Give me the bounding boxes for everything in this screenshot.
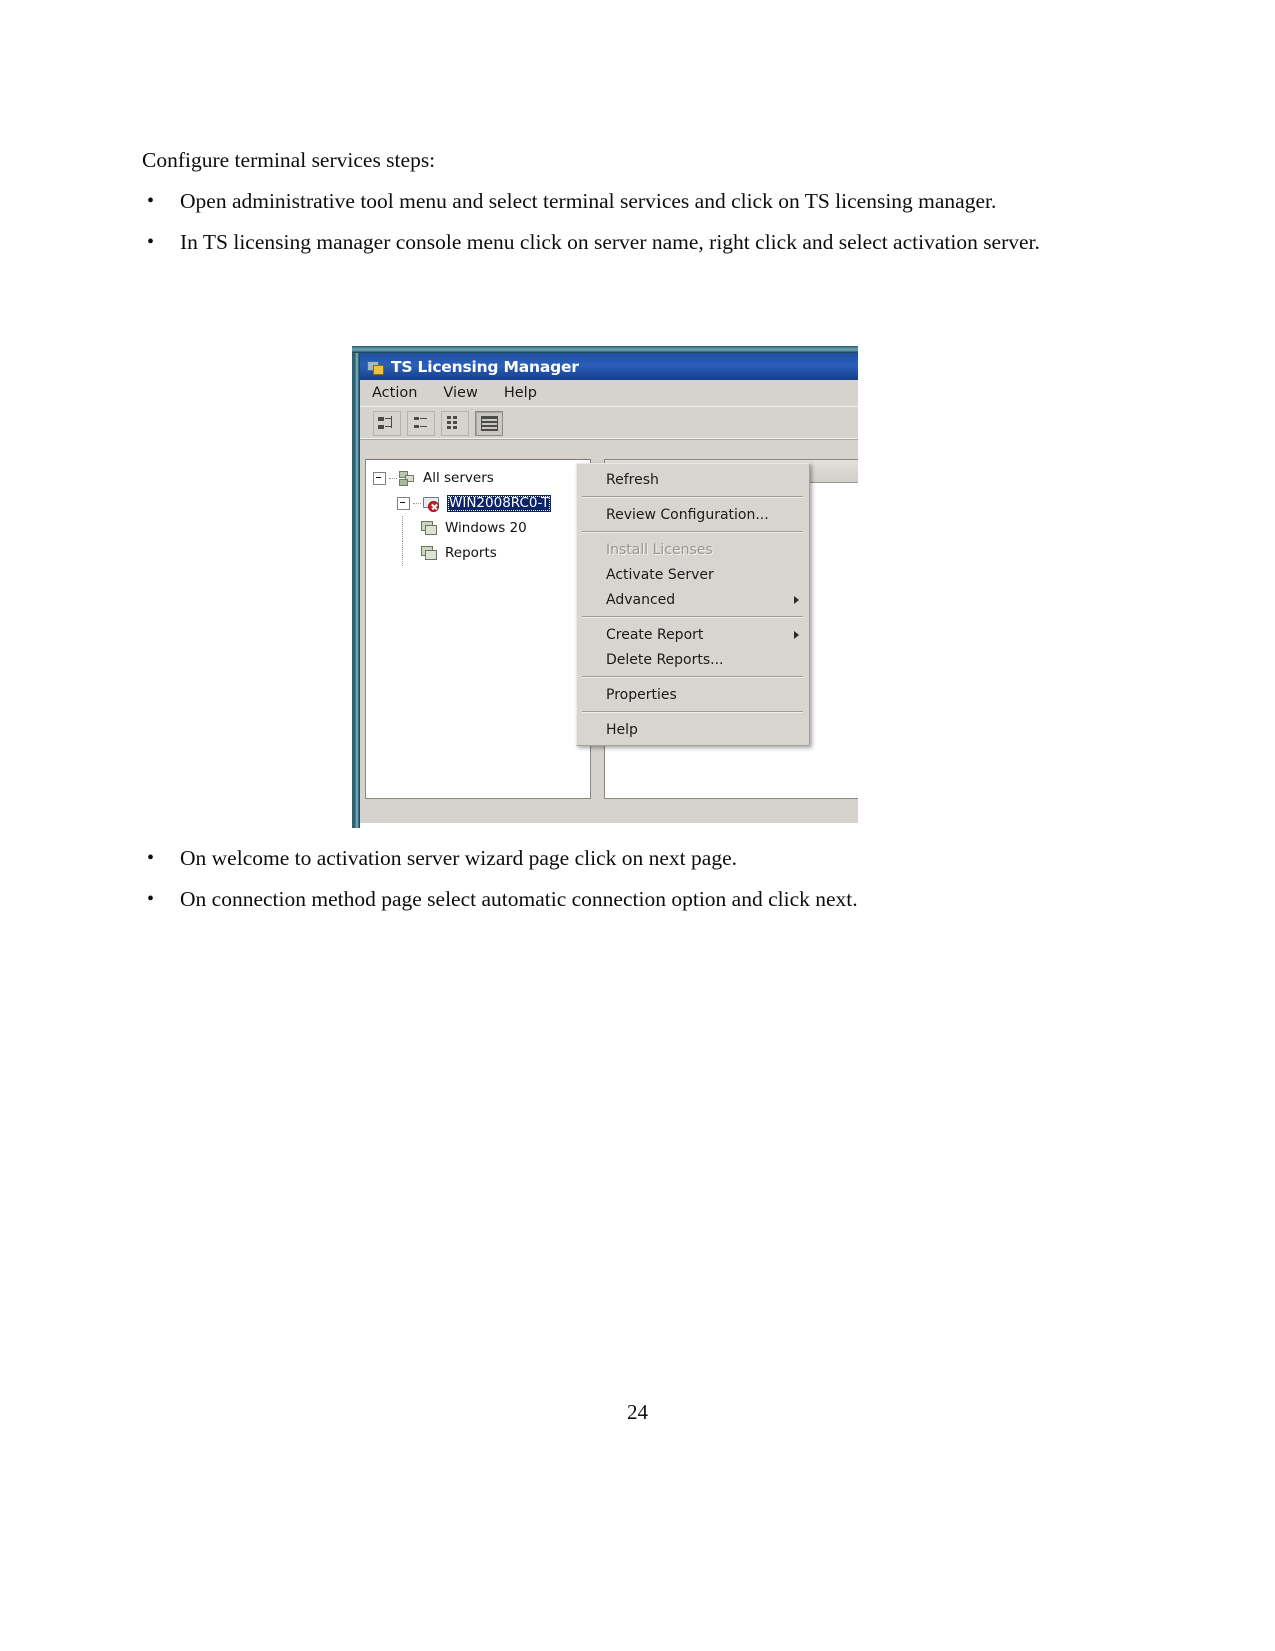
license-pack-icon xyxy=(421,520,439,537)
list-item: • On connection method page select autom… xyxy=(142,879,1070,920)
context-menu-item-advanced[interactable]: Advanced xyxy=(577,587,809,612)
tree-connector xyxy=(413,502,421,505)
submenu-arrow-icon xyxy=(794,630,799,639)
context-menu-separator xyxy=(582,496,803,498)
properties-button[interactable] xyxy=(441,410,469,436)
expander-minus-icon[interactable] xyxy=(397,497,410,510)
context-menu-item-label: Delete Reports... xyxy=(606,651,724,668)
tree-item-label: All servers xyxy=(423,469,494,486)
context-menu-item-label: Refresh xyxy=(606,471,659,488)
bullet-dot-icon: • xyxy=(147,231,155,253)
action-pane-icon xyxy=(480,415,498,431)
tree-item-all-servers[interactable]: All servers xyxy=(373,466,590,491)
context-menu-item-delete-reports[interactable]: Delete Reports... xyxy=(577,647,809,672)
server-context-menu[interactable]: Refresh Review Configuration... Install … xyxy=(576,463,810,746)
context-menu-item-review-configuration[interactable]: Review Configuration... xyxy=(577,502,809,527)
show-hide-console-tree-button[interactable] xyxy=(373,410,401,436)
list-item: • On welcome to activation server wizard… xyxy=(142,838,1070,879)
menubar: Action View Help xyxy=(360,380,858,406)
context-menu-separator xyxy=(582,616,803,618)
menu-help[interactable]: Help xyxy=(504,385,537,401)
all-servers-icon xyxy=(399,470,417,487)
context-menu-item-properties[interactable]: Properties xyxy=(577,682,809,707)
tree-connector xyxy=(402,516,404,541)
context-menu-separator xyxy=(582,676,803,678)
document-text-top: Configure terminal services steps: • Ope… xyxy=(142,140,1070,263)
tree-item-windows-license-pack[interactable]: Windows 20 xyxy=(373,516,590,541)
window-bottom-edge xyxy=(360,823,858,828)
bullet-list-bottom: • On welcome to activation server wizard… xyxy=(142,838,1070,920)
tree-item-server[interactable]: WIN2008RC0-T xyxy=(373,491,590,516)
tree-connector xyxy=(389,477,397,480)
context-menu-item-install-licenses: Install Licenses xyxy=(577,537,809,562)
bullet-dot-icon: • xyxy=(147,190,155,212)
tree-item-reports[interactable]: Reports xyxy=(373,541,590,566)
context-menu-separator xyxy=(582,711,803,713)
list-item: • In TS licensing manager console menu c… xyxy=(142,222,1070,263)
server-error-icon xyxy=(423,496,441,512)
page-number: 24 xyxy=(627,1400,648,1424)
menu-view[interactable]: View xyxy=(443,385,477,401)
window-border-top xyxy=(352,346,858,353)
context-menu-item-help[interactable]: Help xyxy=(577,717,809,742)
bullet-list-top: • Open administrative tool menu and sele… xyxy=(142,181,1070,263)
list-item-text: On welcome to activation server wizard p… xyxy=(180,846,737,870)
list-item-text: In TS licensing manager console menu cli… xyxy=(180,230,1040,254)
menu-action[interactable]: Action xyxy=(372,385,417,401)
show-hide-scope-pane-button[interactable] xyxy=(407,410,435,436)
ts-licensing-icon xyxy=(367,359,384,375)
console-tree-icon xyxy=(378,415,396,431)
context-menu-item-label: Create Report xyxy=(606,626,704,643)
list-item-text: On connection method page select automat… xyxy=(180,887,858,911)
window-title: TS Licensing Manager xyxy=(391,357,579,376)
document-page: Configure terminal services steps: • Ope… xyxy=(0,0,1275,1651)
properties-grid-icon xyxy=(446,415,464,431)
bullet-dot-icon: • xyxy=(147,847,155,869)
tree-item-label: Reports xyxy=(445,544,497,561)
submenu-arrow-icon xyxy=(794,595,799,604)
show-hide-action-pane-button[interactable] xyxy=(475,410,503,436)
tree-connector xyxy=(402,541,404,566)
context-menu-item-create-report[interactable]: Create Report xyxy=(577,622,809,647)
list-item-text: Open administrative tool menu and select… xyxy=(180,189,997,213)
expander-minus-icon[interactable] xyxy=(373,472,386,485)
tree-item-label: WIN2008RC0-T xyxy=(447,494,552,513)
context-menu-item-activate-server[interactable]: Activate Server xyxy=(577,562,809,587)
context-menu-item-label: Install Licenses xyxy=(606,541,713,558)
window-border-left xyxy=(352,346,360,828)
context-menu-item-label: Properties xyxy=(606,686,677,703)
license-pack-icon xyxy=(421,545,439,562)
context-menu-item-label: Activate Server xyxy=(606,566,714,583)
tree-item-label: Windows 20 xyxy=(445,519,527,536)
document-text-bottom: • On welcome to activation server wizard… xyxy=(142,838,1070,920)
list-item: • Open administrative tool menu and sele… xyxy=(142,181,1070,222)
context-menu-item-refresh[interactable]: Refresh xyxy=(577,467,809,492)
console-tree-pane[interactable]: All servers WIN2008RC0-T Windows 20 Repo… xyxy=(365,459,591,799)
embedded-screenshot-ts-licensing-manager: TS Licensing Manager Action View Help Al… xyxy=(352,346,858,828)
toolbar xyxy=(360,406,858,439)
scope-pane-icon xyxy=(412,415,430,431)
context-menu-item-label: Help xyxy=(606,721,638,738)
context-menu-item-label: Review Configuration... xyxy=(606,506,769,523)
context-menu-item-label: Advanced xyxy=(606,591,676,608)
window-titlebar: TS Licensing Manager xyxy=(360,353,858,380)
bullet-dot-icon: • xyxy=(147,888,155,910)
intro-paragraph: Configure terminal services steps: xyxy=(142,148,436,172)
window-content: All servers WIN2008RC0-T Windows 20 Repo… xyxy=(360,441,858,828)
context-menu-separator xyxy=(582,531,803,533)
